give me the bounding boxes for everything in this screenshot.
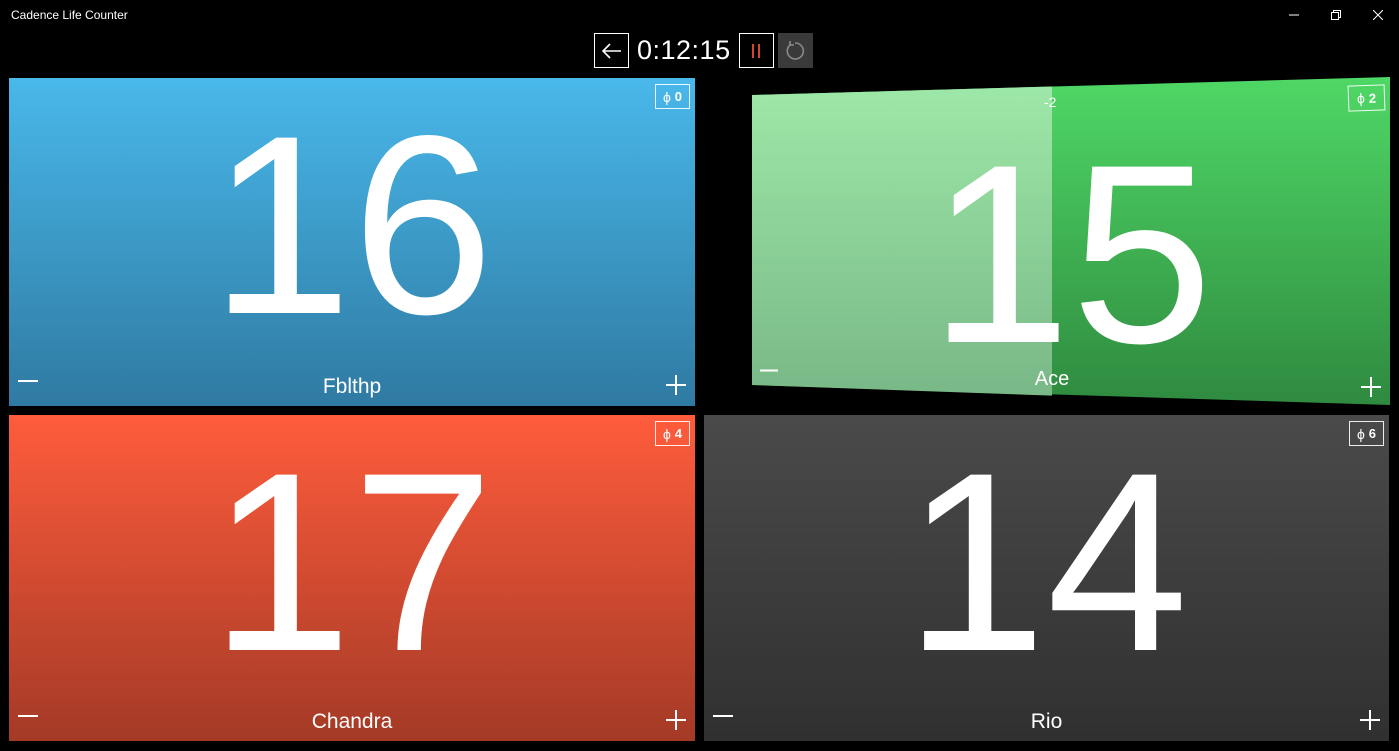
poison-icon: ϕ (1356, 90, 1366, 107)
reset-button[interactable] (777, 33, 813, 68)
close-icon (1373, 10, 1383, 20)
plus-icon (666, 710, 686, 730)
pause-icon (752, 43, 760, 58)
game-toolbar: 0:12:15 (594, 32, 813, 69)
back-button[interactable] (594, 33, 629, 68)
player-panel-2[interactable]: -2 ϕ 2 15 Ace (752, 77, 1390, 407)
restore-icon (1331, 10, 1341, 20)
player-panel-1[interactable]: ϕ 0 16 Fblthp (9, 78, 695, 406)
player-name[interactable]: Rio (704, 710, 1389, 734)
player-name[interactable]: Fblthp (9, 375, 695, 399)
life-total: 17 (210, 420, 494, 705)
life-total: 14 (904, 420, 1189, 705)
life-total: 16 (210, 83, 494, 368)
plus-icon (1360, 710, 1380, 730)
player-name[interactable]: Chandra (9, 710, 695, 734)
close-button[interactable] (1355, 0, 1399, 30)
game-timer: 0:12:15 (637, 35, 731, 65)
poison-count: 2 (1368, 90, 1377, 106)
title-bar: Cadence Life Counter (0, 0, 1399, 30)
app-title: Cadence Life Counter (11, 8, 128, 22)
player-panel-4[interactable]: ϕ 6 14 Rio (704, 415, 1389, 741)
restore-button[interactable] (1313, 0, 1359, 30)
minimize-icon (1289, 14, 1299, 16)
life-change-indicator: -2 (1044, 94, 1057, 110)
increase-life-button[interactable] (665, 709, 687, 731)
refresh-icon (786, 40, 805, 60)
increase-life-button[interactable] (665, 374, 687, 396)
player-name[interactable]: Ace (752, 368, 1352, 391)
increase-life-button[interactable] (1359, 709, 1381, 731)
minimize-button[interactable] (1271, 0, 1317, 30)
plus-icon (666, 375, 686, 395)
plus-icon[interactable] (1360, 376, 1382, 398)
life-total: 15 (929, 112, 1213, 397)
pause-button[interactable] (738, 33, 774, 68)
back-arrow-icon (601, 42, 621, 59)
poison-counter-button[interactable]: ϕ 2 (1347, 84, 1386, 112)
player-panel-3[interactable]: ϕ 4 17 Chandra (9, 415, 695, 741)
